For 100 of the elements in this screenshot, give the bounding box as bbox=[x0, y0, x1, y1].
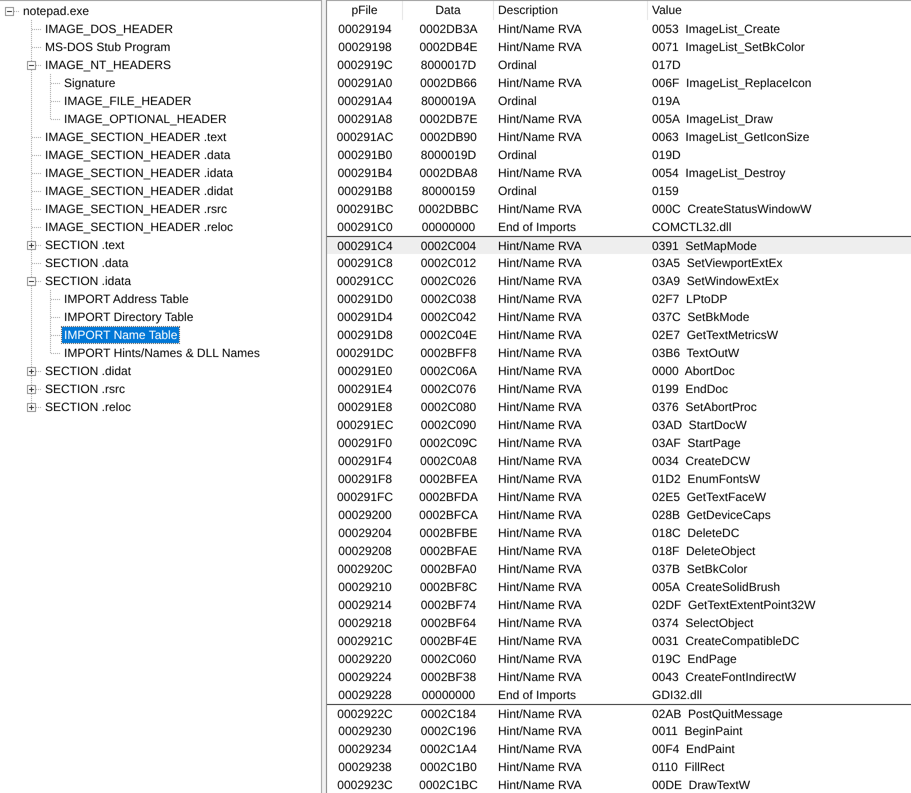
tree-item[interactable]: SECTION .idata bbox=[43, 273, 134, 289]
table-row[interactable]: 000291A4 8000019A Ordinal 019A bbox=[327, 92, 911, 110]
table-row[interactable]: 000291D0 0002C038 Hint/Name RVA 02F7 LPtoDP bbox=[327, 290, 911, 308]
table-cell-text: 000291F8 bbox=[336, 471, 394, 488]
table-row[interactable]: 000291B8 80000159 Ordinal 0159 bbox=[327, 182, 911, 200]
table-cell-text: Hint/Name RVA bbox=[497, 777, 583, 793]
table-cell-text: 00029198 bbox=[337, 39, 393, 56]
table-row[interactable]: 000291B4 0002DBA8 Hint/Name RVA 0054 ImageList_Destroy bbox=[327, 164, 911, 182]
table-row[interactable]: 00029224 0002BF38 Hint/Name RVA 0043 CreateFontIndirectW bbox=[327, 668, 911, 686]
table-row[interactable]: 000291C0 00000000 End of Imports COMCTL32.dll bbox=[327, 218, 911, 236]
table-cell-text: End of Imports bbox=[497, 219, 578, 236]
table-row[interactable]: 00029234 0002C1A4 Hint/Name RVA 00F4 EndPaint bbox=[327, 740, 911, 758]
table-row[interactable]: 000291EC 0002C090 Hint/Name RVA 03AD StartDocW bbox=[327, 416, 911, 434]
table-cell-text: 0002C1B0 bbox=[419, 759, 478, 776]
table-row[interactable]: 0002921C 0002BF4E Hint/Name RVA 0031 CreateCompatibleDC bbox=[327, 632, 911, 650]
table-row[interactable]: 00029204 0002BFBE Hint/Name RVA 018C DeleteDC bbox=[327, 524, 911, 542]
tree-item[interactable]: IMPORT Directory Table bbox=[62, 309, 196, 325]
table-row[interactable]: 000291A0 0002DB66 Hint/Name RVA 006F ImageList_ReplaceIcon bbox=[327, 74, 911, 92]
tree-item[interactable]: Signature bbox=[62, 75, 118, 91]
tree-item[interactable]: IMPORT Address Table bbox=[62, 291, 191, 307]
table-cell-text: 000291EC bbox=[336, 417, 394, 434]
table-row[interactable]: 000291E8 0002C080 Hint/Name RVA 0376 SetAbortProc bbox=[327, 398, 911, 416]
tree-item[interactable]: SECTION .data bbox=[43, 255, 130, 271]
plus-box-icon[interactable] bbox=[27, 402, 36, 412]
table-row[interactable]: 000291F8 0002BFEA Hint/Name RVA 01D2 EnumFontsW bbox=[327, 470, 911, 488]
table-row[interactable]: 000291D8 0002C04E Hint/Name RVA 02E7 GetTextMetricsW bbox=[327, 326, 911, 344]
minus-box-icon[interactable] bbox=[27, 60, 36, 70]
plus-box-icon[interactable] bbox=[27, 384, 36, 394]
table-cell-text: Hint/Name RVA bbox=[497, 669, 583, 686]
table-cell-text: 0002921C bbox=[336, 633, 394, 650]
table-cell-text: COMCTL32.dll bbox=[651, 219, 732, 236]
table-row[interactable]: 000291CC 0002C026 Hint/Name RVA 03A9 SetWindowExtEx bbox=[327, 272, 911, 290]
table-row[interactable]: 00029210 0002BF8C Hint/Name RVA 005A CreateSolidBrush bbox=[327, 578, 911, 596]
table-cell-text: Hint/Name RVA bbox=[497, 165, 583, 182]
plus-box-icon[interactable] bbox=[27, 366, 36, 376]
table-row[interactable]: 000291E4 0002C076 Hint/Name RVA 0199 EndDoc bbox=[327, 380, 911, 398]
column-header[interactable]: Data bbox=[403, 1, 494, 20]
column-header[interactable]: Value bbox=[648, 1, 911, 20]
tree-item[interactable]: SECTION .didat bbox=[43, 363, 134, 379]
table-row[interactable]: 00029220 0002C060 Hint/Name RVA 019C EndPage bbox=[327, 650, 911, 668]
tree-item[interactable]: IMAGE_SECTION_HEADER .didat bbox=[43, 183, 236, 199]
tree-item[interactable]: IMAGE_SECTION_HEADER .reloc bbox=[43, 219, 236, 235]
table-row[interactable]: 00029228 00000000 End of Imports GDI32.dll bbox=[327, 686, 911, 704]
tree-item[interactable]: SECTION .rsrc bbox=[43, 381, 127, 397]
tree-item[interactable]: IMAGE_FILE_HEADER bbox=[62, 93, 194, 109]
table-cell-text: 017D bbox=[651, 57, 682, 74]
table-row[interactable]: 00029218 0002BF64 Hint/Name RVA 0374 SelectObject bbox=[327, 614, 911, 632]
tree-item[interactable]: IMAGE_SECTION_HEADER .rsrc bbox=[43, 201, 230, 217]
table-cell-text: 0002C060 bbox=[420, 651, 478, 668]
table-row[interactable]: 000291C8 0002C012 Hint/Name RVA 03A5 SetViewportExtEx bbox=[327, 254, 911, 272]
tree-item[interactable]: SECTION .reloc bbox=[43, 399, 134, 415]
plus-box-icon[interactable] bbox=[27, 240, 36, 250]
table-row[interactable]: 0002923C 0002C1BC Hint/Name RVA 00DE DrawTextW bbox=[327, 776, 911, 793]
table-row[interactable]: 0002920C 0002BFA0 Hint/Name RVA 037B SetBkColor bbox=[327, 560, 911, 578]
table-cell-text: Hint/Name RVA bbox=[497, 327, 583, 344]
table-cell-text: 000291F4 bbox=[336, 453, 394, 470]
table-row[interactable]: 0002922C 0002C184 Hint/Name RVA 02AB PostQuitMessage bbox=[327, 705, 911, 722]
tree-item[interactable]: IMAGE_SECTION_HEADER .text bbox=[43, 129, 228, 145]
table-row[interactable]: 000291D4 0002C042 Hint/Name RVA 037C SetBkMode bbox=[327, 308, 911, 326]
table-row[interactable]: 00029230 0002C196 Hint/Name RVA 0011 BeginPaint bbox=[327, 722, 911, 740]
table-row[interactable]: 00029198 0002DB4E Hint/Name RVA 0071 ImageList_SetBkColor bbox=[327, 38, 911, 56]
table-cell-text: Ordinal bbox=[497, 147, 538, 164]
table-cell-text: 0376 SetAbortProc bbox=[651, 399, 758, 416]
tree-item[interactable]: IMAGE_NT_HEADERS bbox=[43, 57, 174, 73]
column-header[interactable]: Description bbox=[494, 1, 648, 20]
table-cell-text: 00029218 bbox=[337, 615, 393, 632]
table-row[interactable]: 000291A8 0002DB7E Hint/Name RVA 005A ImageList_Draw bbox=[327, 110, 911, 128]
tree-item[interactable]: IMAGE_OPTIONAL_HEADER bbox=[62, 111, 229, 127]
table-row[interactable]: 000291C4 0002C004 Hint/Name RVA 0391 SetMapMode bbox=[327, 237, 911, 254]
table-cell-text: 00000000 bbox=[420, 687, 476, 704]
table-row[interactable]: 00029200 0002BFCA Hint/Name RVA 028B GetDeviceCaps bbox=[327, 506, 911, 524]
table-cell-text: 0002BFCA bbox=[418, 507, 479, 524]
minus-box-icon[interactable] bbox=[5, 6, 14, 16]
tree-item[interactable]: MS-DOS Stub Program bbox=[43, 39, 172, 55]
table-row[interactable]: 000291BC 0002DBBC Hint/Name RVA 000C CreateStatusWindowW bbox=[327, 200, 911, 218]
table-cell-text: 80000159 bbox=[420, 183, 476, 200]
tree-item[interactable]: notepad.exe bbox=[21, 3, 92, 19]
table-row[interactable]: 000291FC 0002BFDA Hint/Name RVA 02E5 GetTextFaceW bbox=[327, 488, 911, 506]
table-cell-text: 000291C0 bbox=[336, 219, 394, 236]
table-row[interactable]: 000291B0 8000019D Ordinal 019D bbox=[327, 146, 911, 164]
table-row[interactable]: 000291AC 0002DB90 Hint/Name RVA 0063 ImageList_GetIconSize bbox=[327, 128, 911, 146]
tree-item[interactable]: IMAGE_SECTION_HEADER .idata bbox=[43, 165, 236, 181]
tree-item[interactable]: IMAGE_SECTION_HEADER .data bbox=[43, 147, 232, 163]
table-row[interactable]: 00029214 0002BF74 Hint/Name RVA 02DF GetTextExtentPoint32W bbox=[327, 596, 911, 614]
table-row[interactable]: 000291E0 0002C06A Hint/Name RVA 0000 AbortDoc bbox=[327, 362, 911, 380]
table-cell-text: 000291D8 bbox=[336, 327, 394, 344]
minus-box-icon[interactable] bbox=[27, 276, 36, 286]
tree-item[interactable]: IMAGE_DOS_HEADER bbox=[43, 21, 176, 37]
tree-item[interactable]: SECTION .text bbox=[43, 237, 126, 253]
table-row[interactable]: 000291F0 0002C09C Hint/Name RVA 03AF StartPage bbox=[327, 434, 911, 452]
column-header[interactable]: pFile bbox=[327, 1, 403, 20]
table-cell-text: 02AB PostQuitMessage bbox=[651, 706, 784, 723]
table-row[interactable]: 00029194 0002DB3A Hint/Name RVA 0053 ImageList_Create bbox=[327, 20, 911, 38]
tree-item[interactable]: IMPORT Hints/Names & DLL Names bbox=[62, 345, 262, 361]
table-row[interactable]: 00029208 0002BFAE Hint/Name RVA 018F DeleteObject bbox=[327, 542, 911, 560]
table-row[interactable]: 00029238 0002C1B0 Hint/Name RVA 0110 FillRect bbox=[327, 758, 911, 776]
table-row[interactable]: 000291F4 0002C0A8 Hint/Name RVA 0034 CreateDCW bbox=[327, 452, 911, 470]
table-row[interactable]: 000291DC 0002BFF8 Hint/Name RVA 03B6 TextOutW bbox=[327, 344, 911, 362]
tree-item[interactable]: IMPORT Name Table bbox=[62, 327, 180, 343]
table-row[interactable]: 0002919C 8000017D Ordinal 017D bbox=[327, 56, 911, 74]
